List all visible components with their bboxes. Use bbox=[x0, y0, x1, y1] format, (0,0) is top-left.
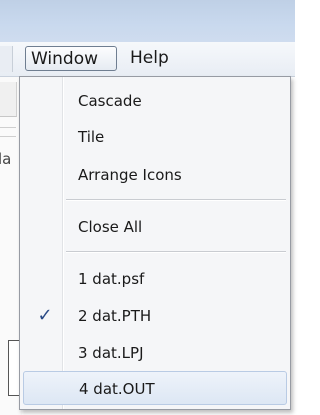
background-line bbox=[0, 121, 16, 128]
menu-item-recent-2[interactable]: ✓ 2 dat.PTH bbox=[23, 299, 287, 333]
menu-item-close-all[interactable]: Close All bbox=[23, 210, 287, 244]
background-line bbox=[0, 128, 16, 137]
menu-item-cascade[interactable]: Cascade bbox=[23, 84, 287, 118]
menu-item-label: 3 dat.LPJ bbox=[78, 344, 144, 362]
background-text-fragment: la bbox=[0, 150, 12, 168]
menu-separator bbox=[66, 251, 286, 253]
title-bar bbox=[0, 0, 295, 42]
checkmark-icon: ✓ bbox=[37, 305, 53, 326]
menu-item-label: Close All bbox=[78, 218, 143, 236]
menu-item-label: 4 dat.OUT bbox=[79, 380, 155, 398]
background-toolbar-fragment bbox=[0, 82, 17, 117]
menu-item-label: Cascade bbox=[78, 92, 142, 110]
menu-item-recent-4[interactable]: 4 dat.OUT bbox=[23, 371, 287, 405]
menu-item-recent-3[interactable]: 3 dat.LPJ bbox=[23, 336, 287, 370]
menu-window[interactable]: Window bbox=[25, 46, 117, 71]
menu-help[interactable]: Help bbox=[124, 46, 184, 71]
window-menu-dropdown: Cascade Tile Arrange Icons Close All 1 d… bbox=[19, 76, 291, 410]
menu-separator bbox=[66, 199, 286, 201]
menu-item-label: Arrange Icons bbox=[78, 166, 182, 184]
menu-bar-overflow-item[interactable] bbox=[0, 46, 13, 72]
menu-item-tile[interactable]: Tile bbox=[23, 120, 287, 154]
background-panel-fragment bbox=[8, 340, 19, 396]
menu-item-arrange-icons[interactable]: Arrange Icons bbox=[23, 158, 287, 192]
menu-item-recent-1[interactable]: 1 dat.psf bbox=[23, 262, 287, 296]
menu-item-label: 1 dat.psf bbox=[78, 270, 145, 288]
menu-item-label: 2 dat.PTH bbox=[78, 307, 152, 325]
menu-item-label: Tile bbox=[78, 128, 105, 146]
